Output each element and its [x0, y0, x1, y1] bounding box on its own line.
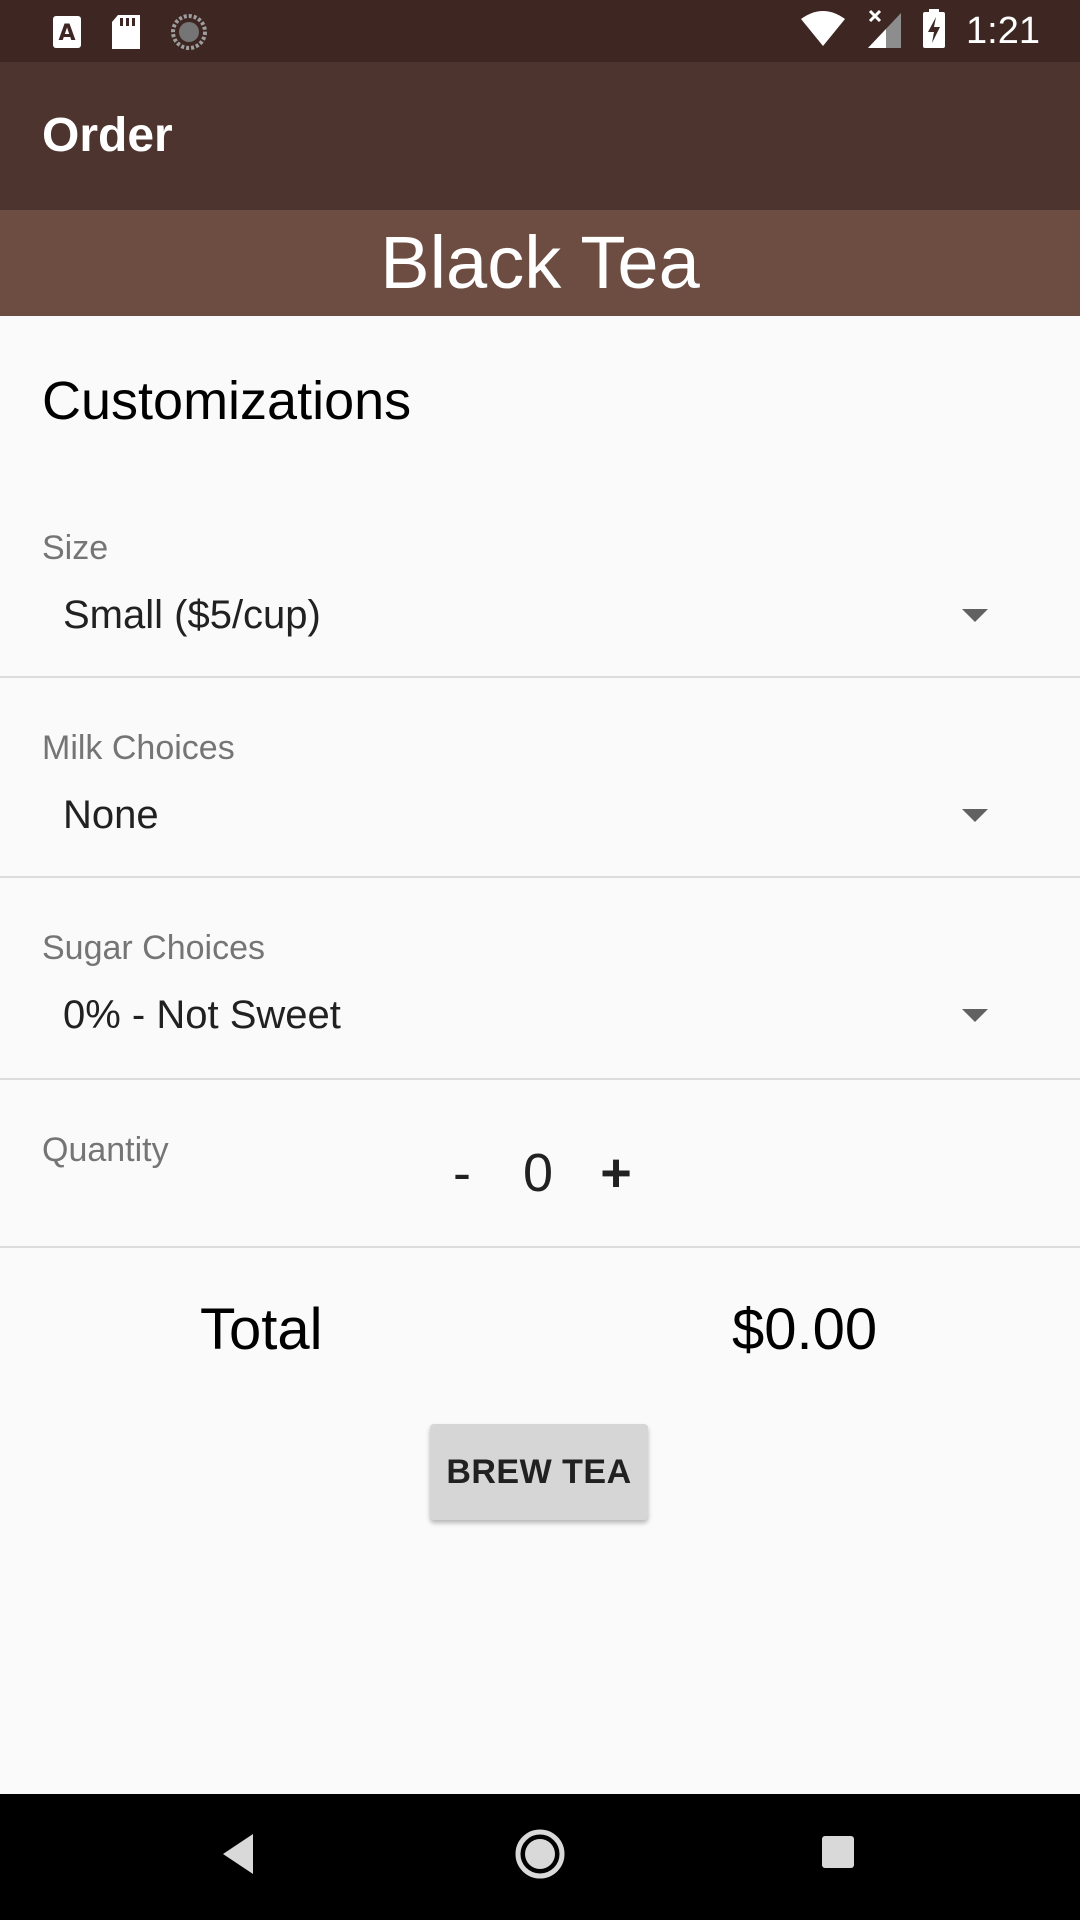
quantity-value: 0 [522, 1143, 554, 1203]
status-right-icons: 1:21 [800, 8, 1040, 54]
sugar-field: Sugar Choices 0% - Not Sweet [0, 880, 1080, 1080]
brew-tea-button[interactable]: BREW TEA [430, 1424, 648, 1520]
decrement-button[interactable]: - [432, 1138, 492, 1208]
recents-icon[interactable] [820, 1834, 856, 1875]
chevron-down-icon [962, 1009, 988, 1022]
size-dropdown[interactable]: Small ($5/cup) [0, 570, 1080, 658]
size-field: Size Small ($5/cup) [0, 510, 1080, 678]
status-bar: A 1:21 [0, 0, 1080, 62]
product-banner: Black Tea [0, 210, 1080, 316]
battery-charging-icon [922, 8, 946, 54]
milk-selected-value: None [63, 793, 159, 837]
a-keyboard-icon: A [52, 15, 82, 54]
customizations-heading: Customizations [42, 371, 412, 431]
app-bar: Order [0, 62, 1080, 210]
page-title: Order [42, 109, 173, 162]
milk-label: Milk Choices [42, 729, 235, 767]
sd-card-icon [110, 14, 142, 55]
increment-button[interactable]: + [586, 1138, 646, 1208]
quantity-label: Quantity [42, 1131, 169, 1169]
total-label: Total [200, 1297, 323, 1362]
milk-field: Milk Choices None [0, 680, 1080, 878]
chevron-down-icon [962, 609, 988, 622]
sugar-selected-value: 0% - Not Sweet [63, 993, 341, 1037]
sync-spinner-icon [170, 13, 208, 56]
system-nav-bar [0, 1794, 1080, 1920]
order-screen: A 1:21 Order Black Tea Customizations Si… [0, 0, 1080, 1920]
milk-dropdown[interactable]: None [0, 770, 1080, 858]
signal-no-data-icon [866, 9, 902, 54]
sugar-label: Sugar Choices [42, 929, 266, 967]
status-time: 1:21 [966, 10, 1040, 52]
home-icon[interactable] [514, 1828, 566, 1885]
chevron-down-icon [962, 809, 988, 822]
size-selected-value: Small ($5/cup) [63, 593, 321, 637]
back-icon[interactable] [220, 1832, 256, 1881]
product-name: Black Tea [380, 221, 700, 304]
svg-text:A: A [58, 21, 75, 46]
status-left-icons: A [52, 13, 208, 56]
quantity-field: Quantity - 0 + [0, 1082, 1080, 1248]
size-label: Size [42, 529, 109, 567]
total-value: $0.00 [732, 1297, 878, 1362]
sugar-dropdown[interactable]: 0% - Not Sweet [0, 970, 1080, 1058]
wifi-icon [800, 10, 846, 52]
